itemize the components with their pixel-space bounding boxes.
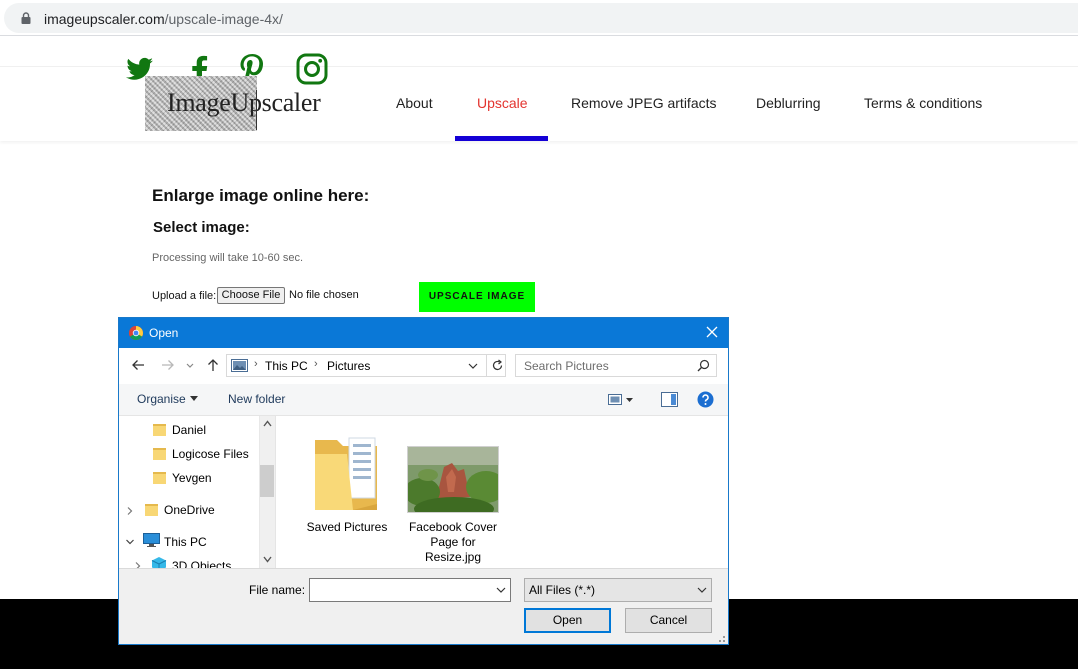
breadcrumb-pictures[interactable]: Pictures (327, 359, 370, 373)
nav-upscale[interactable]: Upscale (477, 95, 528, 111)
file-list: Saved Pictures Facebook Cover Page for R… (275, 416, 728, 568)
close-icon[interactable] (704, 324, 720, 340)
select-image-heading: Select image: (153, 219, 250, 236)
lock-icon (21, 12, 31, 24)
this-pc-icon (143, 533, 160, 547)
upscale-image-button[interactable]: UPSCALE IMAGE (419, 282, 535, 312)
scroll-up-icon[interactable] (263, 420, 272, 427)
tree-item-this-pc[interactable]: This PC (164, 535, 207, 549)
change-view-icon[interactable] (608, 393, 634, 407)
file-label-line: Facebook Cover (408, 520, 498, 534)
logo-text: ImageUpscaler (167, 88, 321, 117)
up-arrow-icon[interactable] (205, 357, 221, 373)
preview-pane-icon[interactable] (661, 392, 678, 407)
tree-item-yevgen[interactable]: Yevgen (172, 471, 212, 485)
onedrive-folder-icon (145, 504, 158, 516)
folder-icon (153, 448, 166, 460)
file-label-line: Resize.jpg (424, 550, 482, 564)
expand-chevron-icon[interactable] (126, 507, 134, 515)
folder-icon (315, 437, 377, 510)
dialog-title: Open (149, 326, 179, 340)
breadcrumb-separator-icon: › (314, 358, 318, 370)
file-type-value: All Files (*.*) (529, 583, 596, 597)
scrollbar-thumb[interactable] (260, 465, 274, 497)
organise-menu[interactable]: Organise (137, 392, 186, 406)
help-icon[interactable] (697, 391, 714, 408)
processing-note: Processing will take 10-60 sec. (152, 252, 304, 264)
image-thumbnail (407, 446, 499, 513)
nav-terms-conditions[interactable]: Terms & conditions (864, 95, 982, 111)
file-label-line: Page for (430, 535, 476, 549)
new-folder-button[interactable]: New folder (228, 392, 285, 406)
forward-arrow-icon[interactable] (160, 357, 176, 373)
nav-active-underline (455, 136, 548, 141)
file-name-label: File name: (249, 583, 306, 597)
url-field[interactable]: imageupscaler.com/upscale-image-4x/ (4, 3, 1078, 33)
folder-icon (153, 472, 166, 484)
url-text: imageupscaler.com/upscale-image-4x/ (44, 11, 283, 27)
tree-item-3d-objects[interactable]: 3D Objects (172, 559, 231, 568)
tree-item-daniel[interactable]: Daniel (172, 423, 206, 437)
open-file-dialog: Open › This PC › Pictures Search Picture… (118, 317, 729, 645)
chrome-icon (129, 326, 143, 340)
choose-file-button[interactable]: Choose File (217, 287, 285, 304)
dialog-bottom-bar: File name: All Files (*.*) Open Cancel (119, 568, 728, 644)
tree-item-logicose-files[interactable]: Logicose Files (172, 447, 249, 461)
breadcrumb-this-pc[interactable]: This PC (265, 359, 308, 373)
landscape-thumbnail-image (408, 447, 498, 512)
dialog-command-bar: Organise New folder (119, 384, 728, 416)
no-file-chosen-text: No file chosen (289, 289, 359, 301)
url-path: /upscale-image-4x/ (164, 11, 283, 27)
back-arrow-icon[interactable] (130, 357, 146, 373)
dialog-title-bar[interactable]: Open (119, 318, 728, 348)
file-type-dropdown-icon (697, 587, 707, 593)
browser-address-bar: imageupscaler.com/upscale-image-4x/ (0, 0, 1078, 36)
folder-icon (153, 424, 166, 436)
cancel-button[interactable]: Cancel (625, 608, 712, 633)
resize-grip-icon[interactable] (716, 633, 726, 643)
recent-locations-chevron-icon[interactable] (185, 357, 195, 373)
pictures-location-icon (231, 359, 248, 372)
search-icon (697, 359, 710, 372)
path-breadcrumb[interactable]: › This PC › Pictures (226, 354, 506, 377)
search-placeholder: Search Pictures (524, 359, 609, 373)
scroll-down-icon[interactable] (263, 556, 272, 563)
path-dropdown-icon[interactable] (467, 360, 479, 372)
site-logo[interactable]: ImageUpscaler (145, 76, 335, 131)
refresh-button[interactable] (486, 355, 506, 376)
file-name-dropdown-icon[interactable] (496, 586, 506, 594)
page-heading: Enlarge image online here: (152, 186, 370, 205)
tree-item-onedrive[interactable]: OneDrive (164, 503, 215, 517)
file-label-saved-pictures: Saved Pictures (306, 520, 388, 534)
organise-dropdown-icon (190, 396, 198, 401)
nav-remove-jpeg-artifacts[interactable]: Remove JPEG artifacts (571, 95, 717, 111)
navigation-tree: Daniel Logicose Files Yevgen OneDrive Th… (119, 416, 274, 568)
url-domain: imageupscaler.com (44, 11, 165, 27)
open-button[interactable]: Open (524, 608, 611, 633)
file-name-input[interactable] (309, 578, 511, 602)
breadcrumb-separator-icon: › (254, 358, 258, 370)
nav-deblurring[interactable]: Deblurring (756, 95, 821, 111)
upload-label: Upload a file: (152, 290, 217, 302)
3d-objects-icon (151, 557, 167, 568)
file-type-select[interactable]: All Files (*.*) (524, 578, 712, 602)
file-label-facebook-cover: Facebook Cover Page for Resize.jpg (403, 520, 503, 565)
refresh-icon (492, 359, 503, 371)
logo-divider (256, 90, 257, 130)
search-pictures-input[interactable]: Search Pictures (515, 354, 717, 377)
screen: imageupscaler.com/upscale-image-4x/ Imag… (0, 0, 1078, 669)
dialog-address-area: › This PC › Pictures Search Pictures (119, 348, 728, 384)
collapse-chevron-icon[interactable] (126, 538, 134, 546)
nav-about[interactable]: About (396, 95, 433, 111)
